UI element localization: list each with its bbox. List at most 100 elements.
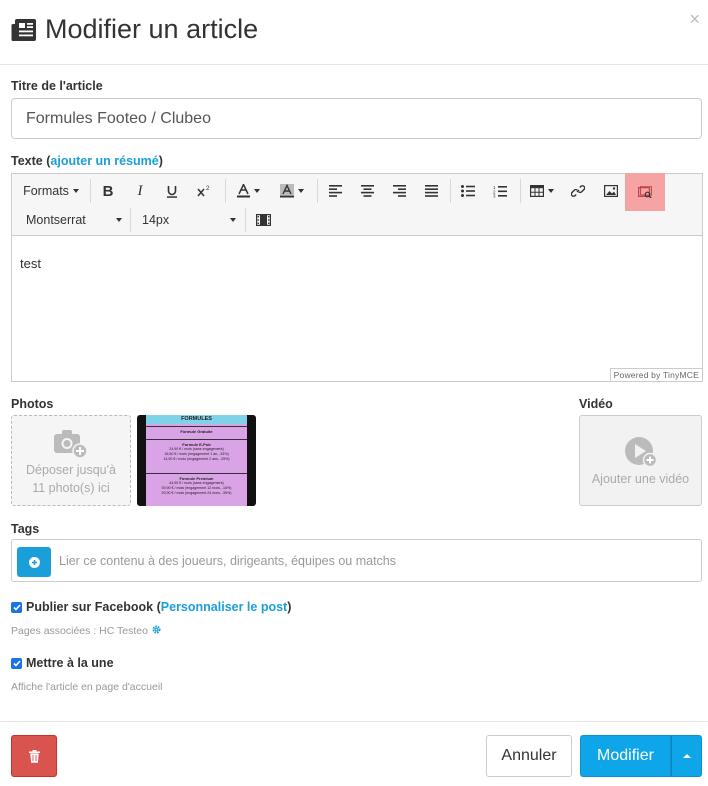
modal-title: Modifier un article xyxy=(11,14,258,45)
facebook-checkbox[interactable] xyxy=(11,601,22,613)
thumbnail-row-title: Formule Gratuite xyxy=(180,429,213,434)
text-label: Texte (ajouter un résumé) xyxy=(11,154,163,168)
formats-dropdown[interactable]: Formats xyxy=(16,176,86,206)
add-video-box[interactable]: Ajouter une vidéo xyxy=(579,415,702,506)
photo-gallery-button[interactable] xyxy=(625,173,665,211)
bullet-list-button[interactable] xyxy=(455,176,481,206)
featured-hint: Affiche l'article en page d'accueil xyxy=(11,681,163,693)
chevron-down-icon xyxy=(230,218,236,222)
tags-label: Tags xyxy=(11,522,40,536)
underline-icon xyxy=(167,185,177,198)
text-color-icon xyxy=(236,184,250,198)
table-icon xyxy=(530,185,544,197)
delete-button[interactable] xyxy=(11,735,57,777)
plus-circle-icon xyxy=(28,556,40,568)
thumbnail-row-line: 14,90 € / mois (engagement 2 ans, -25%) xyxy=(163,457,230,461)
text-label-paren-close: ) xyxy=(158,154,163,168)
align-right-button[interactable] xyxy=(386,176,412,206)
svg-text:3: 3 xyxy=(493,193,496,197)
link-icon xyxy=(571,185,585,197)
title-input[interactable] xyxy=(11,98,702,139)
superscript-button[interactable]: 2 xyxy=(191,176,217,206)
toolbar-separator xyxy=(245,208,246,232)
superscript-icon: 2 xyxy=(197,186,210,197)
align-right-icon xyxy=(392,185,406,197)
film-icon xyxy=(255,214,271,226)
italic-icon: I xyxy=(137,182,143,199)
background-color-button[interactable] xyxy=(274,176,310,206)
thumbnail-row: Formule Premium 44,90 € / mois (sans eng… xyxy=(146,473,247,506)
powered-by-tinymce: Powered by TinyMCE xyxy=(609,368,702,381)
add-video-icon xyxy=(624,436,658,473)
toolbar-separator xyxy=(520,179,521,203)
modal-title-text: Modifier un article xyxy=(45,14,259,44)
trash-icon xyxy=(28,749,40,763)
add-video-text: Ajouter une vidéo xyxy=(591,472,690,486)
align-left-button[interactable] xyxy=(322,176,348,206)
photo-dropzone-text: Déposer jusqu'à 11 photo(s) ici xyxy=(26,463,116,495)
check-icon xyxy=(12,659,21,667)
background-color-icon xyxy=(280,184,294,198)
toolbar-separator xyxy=(90,179,91,203)
gear-icon[interactable] xyxy=(152,625,161,637)
modify-button[interactable]: Modifier xyxy=(580,735,671,777)
featured-checkbox[interactable] xyxy=(11,657,22,669)
facebook-label: Publier sur Facebook xyxy=(26,600,154,614)
bullet-list-icon xyxy=(461,185,475,197)
check-icon xyxy=(12,603,21,611)
font-size-value: 14px xyxy=(142,213,170,227)
photo-thumbnail[interactable]: FORMULES Formule Gratuite Formule E-Pub … xyxy=(137,415,256,506)
italic-button[interactable]: I xyxy=(127,176,153,206)
thumbnail-heading: FORMULES xyxy=(146,415,247,424)
facebook-pages: Pages associées : HC Testeo xyxy=(11,625,161,637)
numbered-list-button[interactable]: 123 xyxy=(487,176,513,206)
chevron-down-icon xyxy=(116,218,122,222)
title-label: Titre de l'article xyxy=(11,79,103,93)
bold-button[interactable]: B xyxy=(95,176,121,206)
toolbar-separator xyxy=(225,179,226,203)
align-center-icon xyxy=(360,185,374,197)
image-button[interactable] xyxy=(598,176,624,206)
customize-post-link[interactable]: Personnaliser le post xyxy=(161,600,287,614)
toolbar-separator xyxy=(450,179,451,203)
editor-content[interactable]: test xyxy=(20,256,41,271)
table-button[interactable] xyxy=(525,176,559,206)
formats-label: Formats xyxy=(23,184,69,198)
rich-text-editor: Formats B I 2 1 2 3 Montserrat 14px test… xyxy=(11,173,703,382)
modal-header: Modifier un article × xyxy=(0,0,708,65)
facebook-publish-row: Publier sur Facebook (Personnaliser le p… xyxy=(11,600,291,614)
tags-placeholder: Lier ce contenu à des joueurs, dirigeant… xyxy=(59,554,397,568)
align-justify-button[interactable] xyxy=(418,176,444,206)
svg-text:2: 2 xyxy=(206,186,210,192)
media-button[interactable] xyxy=(250,205,276,235)
image-icon xyxy=(604,185,618,197)
add-summary-link[interactable]: ajouter un résumé xyxy=(50,154,158,168)
modify-options-toggle[interactable] xyxy=(671,735,702,777)
thumbnail-row-line: 29,90 € / mois (engagement 24 mois, -35%… xyxy=(161,491,232,495)
link-button[interactable] xyxy=(565,176,591,206)
font-family-dropdown[interactable]: Montserrat xyxy=(16,205,128,235)
video-label: Vidéo xyxy=(579,397,613,411)
thumbnail-row: Formule Gratuite xyxy=(146,426,247,439)
photo-dropzone[interactable]: Déposer jusqu'à 11 photo(s) ici xyxy=(11,415,131,506)
bold-icon: B xyxy=(102,182,114,200)
editor-toolbar: Formats B I 2 1 2 3 Montserrat 14px xyxy=(12,173,702,236)
underline-button[interactable] xyxy=(159,176,185,206)
featured-label: Mettre à la une xyxy=(26,656,114,670)
align-left-icon xyxy=(328,185,342,197)
facebook-pages-text: Pages associées : HC Testeo xyxy=(11,625,148,637)
font-size-dropdown[interactable]: 14px xyxy=(134,205,242,235)
align-center-button[interactable] xyxy=(354,176,380,206)
facebook-paren-close: ) xyxy=(287,600,292,614)
numbered-list-icon: 123 xyxy=(493,185,507,198)
tags-field[interactable]: Lier ce contenu à des joueurs, dirigeant… xyxy=(11,539,702,582)
cancel-button[interactable]: Annuler xyxy=(486,735,572,777)
thumbnail-row: Formule E-Pub 24,90 € / mois (sans engag… xyxy=(146,439,247,472)
text-label-text: Texte xyxy=(11,154,43,168)
toolbar-separator xyxy=(317,179,318,203)
close-button[interactable]: × xyxy=(689,9,700,30)
add-photo-icon xyxy=(54,429,88,464)
featured-row: Mettre à la une xyxy=(11,656,114,670)
add-tag-button[interactable] xyxy=(17,547,51,577)
text-color-button[interactable] xyxy=(230,176,266,206)
